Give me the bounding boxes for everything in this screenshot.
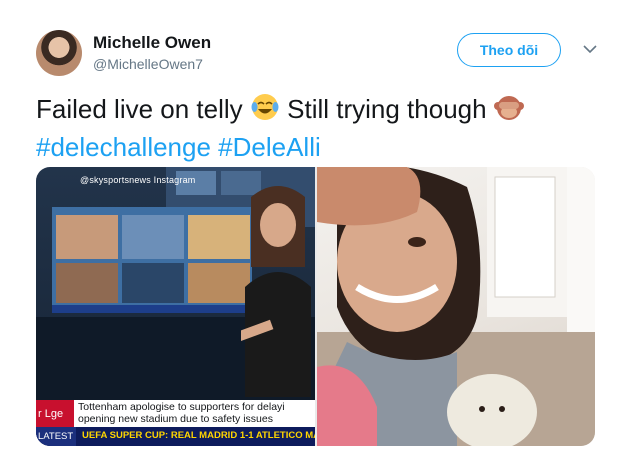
ticker-tag: r Lge xyxy=(36,400,74,427)
selfie-photo[interactable] xyxy=(317,167,595,446)
laughing-crying-face-icon xyxy=(250,92,280,130)
latest-text: UEFA SUPER CUP: REAL MADRID 1-1 ATLETICO… xyxy=(82,430,315,441)
presenter-figure xyxy=(241,186,311,397)
tv-photo[interactable]: @skysportsnews Instagram r Lge Tottenham… xyxy=(36,167,315,446)
ticker-headline: Tottenham apologise to supporters for de… xyxy=(78,401,285,425)
avatar[interactable] xyxy=(36,30,82,76)
see-no-evil-monkey-icon xyxy=(493,92,524,130)
tweet-text-part1: Failed live on telly xyxy=(36,94,243,124)
selfie-image xyxy=(317,167,595,446)
screen-label: @skysportsnews Instagram xyxy=(80,175,196,185)
tweet-header: Michelle Owen @MichelleOwen7 Theo dõi xyxy=(36,28,606,80)
news-ticker: r Lge Tottenham apologise to supporters … xyxy=(36,400,315,427)
tweet-text: Failed live on telly Still trying though… xyxy=(36,92,596,164)
tweet-text-part2: Still trying though xyxy=(287,94,487,124)
chevron-down-icon[interactable] xyxy=(581,40,599,58)
latest-ticker: LATEST UEFA SUPER CUP: REAL MADRID 1-1 A… xyxy=(36,427,315,446)
author-name[interactable]: Michelle Owen xyxy=(93,33,211,53)
author-handle[interactable]: @MichelleOwen7 xyxy=(93,56,203,72)
follow-button[interactable]: Theo dõi xyxy=(457,33,561,67)
tweet-media[interactable]: @skysportsnews Instagram r Lge Tottenham… xyxy=(36,167,595,446)
hashtags[interactable]: #delechallenge #DeleAlli xyxy=(36,132,321,162)
latest-tag: LATEST xyxy=(36,427,76,446)
